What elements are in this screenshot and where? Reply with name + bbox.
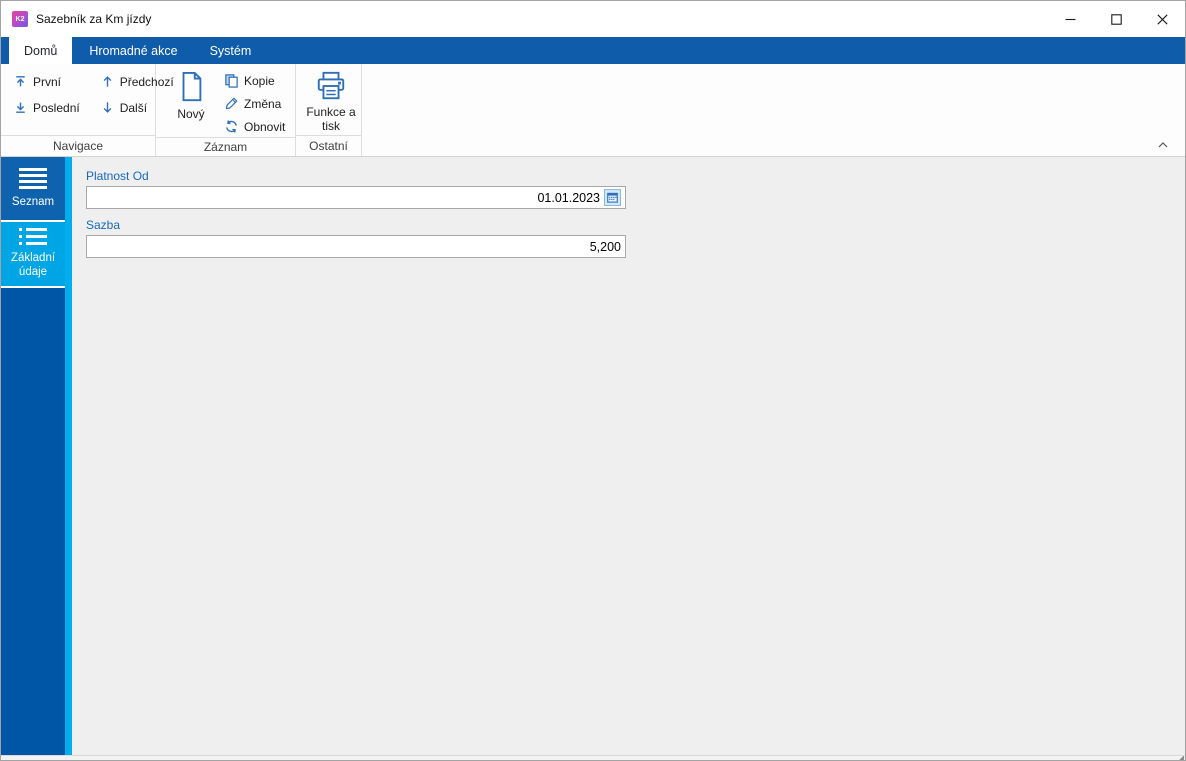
- tab-hromadne-akce[interactable]: Hromadné akce: [74, 37, 192, 64]
- maximize-icon[interactable]: [1093, 1, 1139, 37]
- form-content: Platnost Od 01.01.2023 Sazba 5,200: [72, 157, 1185, 755]
- first-button[interactable]: První: [9, 71, 84, 92]
- new-document-icon: [176, 70, 206, 104]
- platnost-od-input[interactable]: 01.01.2023: [86, 186, 626, 209]
- down-arrow-icon: [100, 100, 115, 115]
- ribbon-tabbar: Domů Hromadné akce Systém: [1, 37, 1185, 64]
- functions-print-button[interactable]: Funkce a tisk: [302, 66, 360, 135]
- edit-pencil-icon: [224, 96, 239, 111]
- platnost-od-value: 01.01.2023: [537, 190, 600, 205]
- last-button[interactable]: Poslední: [9, 97, 84, 118]
- ribbon-group-zaznam: Nový Kopie Změna Obnovit Záznam: [156, 64, 296, 156]
- sidebar-item-seznam[interactable]: Seznam: [1, 157, 65, 222]
- copy-button[interactable]: Kopie: [220, 70, 289, 91]
- sidebar-item-zakladni-udaje[interactable]: Základní údaje: [1, 222, 65, 288]
- calendar-icon[interactable]: [604, 189, 621, 206]
- ribbon-group-navigace: První Poslední Předchozí Další Navigace: [1, 64, 174, 156]
- minimize-icon[interactable]: [1047, 1, 1093, 37]
- window-bottom-edge: [1, 755, 1185, 760]
- group-label-zaznam: Záznam: [156, 137, 295, 156]
- hamburger-icon: [19, 167, 47, 189]
- field-label: Platnost Od: [86, 169, 149, 183]
- titlebar: K2 Sazebník za Km jízdy: [1, 1, 1185, 37]
- collapse-ribbon-icon[interactable]: [1154, 138, 1172, 152]
- up-arrow-icon: [100, 74, 115, 89]
- new-button[interactable]: Nový: [162, 66, 220, 137]
- copy-icon: [224, 73, 239, 88]
- last-icon: [13, 100, 28, 115]
- app-logo-icon: K2: [12, 11, 28, 27]
- sidebar-item-label: Základní údaje: [10, 252, 56, 279]
- close-icon[interactable]: [1139, 1, 1185, 37]
- sidebar: Seznam Základní údaje: [1, 157, 65, 755]
- sidebar-active-strip: [65, 157, 72, 755]
- sidebar-item-label: Seznam: [11, 195, 55, 208]
- ribbon-group-ostatni: Funkce a tisk Ostatní: [296, 64, 362, 156]
- group-label-ostatni: Ostatní: [296, 135, 361, 156]
- sazba-value: 5,200: [589, 239, 621, 254]
- ribbon: První Poslední Předchozí Další Navigace …: [1, 64, 1185, 157]
- field-sazba: Sazba 5,200: [86, 218, 1185, 258]
- detail-list-icon: [19, 228, 47, 245]
- refresh-button[interactable]: Obnovit: [220, 116, 289, 137]
- field-label: Sazba: [86, 218, 121, 232]
- group-label-navigace: Navigace: [1, 135, 155, 156]
- main-area: Seznam Základní údaje Platnost Od 01.01.…: [1, 157, 1185, 755]
- printer-icon: [315, 70, 347, 102]
- change-button[interactable]: Změna: [220, 93, 289, 114]
- sazba-input[interactable]: 5,200: [86, 235, 626, 258]
- window-title: Sazebník za Km jízdy: [36, 12, 152, 26]
- tab-system[interactable]: Systém: [195, 37, 267, 64]
- tab-domu[interactable]: Domů: [9, 37, 73, 64]
- field-platnost-od: Platnost Od 01.01.2023: [86, 169, 1185, 209]
- first-icon: [13, 74, 28, 89]
- app-window: K2 Sazebník za Km jízdy Domů Hromadné ak…: [0, 0, 1186, 761]
- refresh-icon: [224, 119, 239, 134]
- caption-buttons: [1047, 1, 1185, 37]
- resize-grip[interactable]: [1179, 756, 1184, 760]
